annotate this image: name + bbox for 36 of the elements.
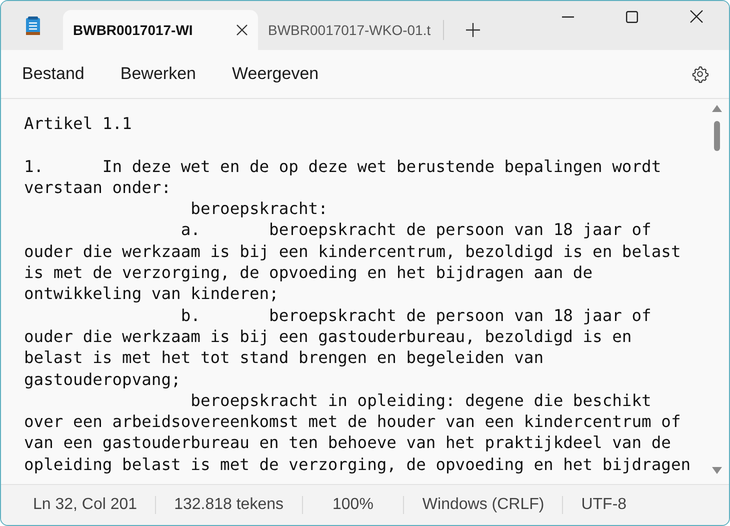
tab[interactable]: BWBR0017017-WI xyxy=(63,10,258,50)
close-icon[interactable] xyxy=(690,10,703,23)
status-item: UTF-8 xyxy=(581,496,628,514)
text-line: over een arbeidsovereenkomst met de houder van een kindercentrum of xyxy=(24,411,682,432)
tab[interactable]: BWBR0017017-WKO-01.t xyxy=(258,10,441,50)
notepad-icon xyxy=(25,16,41,36)
text-line: a. beroepskracht de persoon van 18 jaar of xyxy=(180,219,652,241)
text-line: beroepskracht: xyxy=(190,198,329,220)
settings-icon[interactable] xyxy=(691,65,709,83)
status-item: 132.818 tekens xyxy=(174,496,302,514)
scroll-down-icon[interactable] xyxy=(712,467,722,474)
status-item: Windows (CRLF) xyxy=(422,496,564,514)
text-line: 1. In deze wet en de op deze wet berustende bepalingen wordt xyxy=(24,156,662,177)
text-line: ouder die werkzaam is bij een kindercentrum, bezoldigd is en belast xyxy=(24,240,682,262)
text-line: Artikel 1.1 xyxy=(24,113,133,134)
text-line: verstaan onder: xyxy=(24,176,172,198)
text-line: is met de verzorging, de opvoeding en het bijdragen aan de xyxy=(24,262,594,284)
add-tab-icon[interactable] xyxy=(466,23,480,37)
scroll-up-icon[interactable] xyxy=(712,105,722,112)
maximize-icon[interactable] xyxy=(626,10,638,22)
close-icon[interactable] xyxy=(236,24,248,36)
text-line: gastouderopvang; xyxy=(24,368,182,390)
scrollbar-thumb[interactable] xyxy=(714,121,720,151)
menu-item[interactable]: Bestand xyxy=(22,64,84,84)
menu-item[interactable]: Bewerken xyxy=(120,64,196,84)
status-item: Ln 32, Col 201 xyxy=(33,496,156,514)
status-item: 100% xyxy=(332,496,404,514)
text-line: beroepskracht in opleiding: degene die beschikt xyxy=(190,390,652,412)
text-line: van een gastouderbureau en ten behoeve van het praktijkdeel van de xyxy=(24,432,672,454)
text-line: b. beroepskracht de persoon van 18 jaar of xyxy=(180,304,652,326)
text-line: ouder die werkzaam is bij een gastouderbureau, bezoldigd is en xyxy=(24,326,633,348)
menu-item[interactable]: Weergeven xyxy=(232,64,319,84)
text-line: belast is met het tot stand brengen en begeleiden van xyxy=(24,347,545,369)
minimize-icon[interactable] xyxy=(562,16,574,18)
text-line: opleiding belast is met de verzorging, de opvoeding en het bijdragen xyxy=(24,454,692,476)
text-line: ontwikkeling van kinderen; xyxy=(24,283,280,305)
